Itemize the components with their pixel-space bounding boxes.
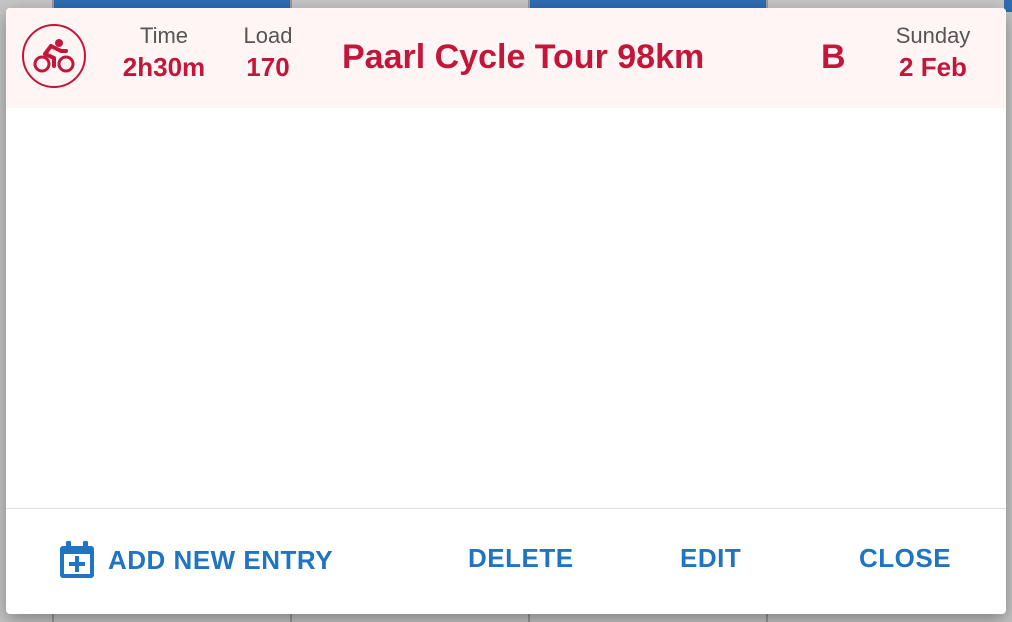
bicycle-icon [22,24,86,88]
dialog-body [6,108,1006,508]
bicycle-icon-glyph [33,39,75,73]
load-value: 170 [246,52,290,82]
time-stat: Time 2h30m [116,22,212,84]
day-label: Sunday [895,23,971,48]
delete-button[interactable]: DELETE [468,543,574,574]
time-label: Time [139,23,189,48]
close-button[interactable]: CLOSE [859,543,951,574]
add-new-entry-button[interactable]: ADD NEW ENTRY [58,540,333,580]
date-value: 2 Feb [899,52,967,82]
load-label: Load [243,23,293,48]
priority-badge: B [821,38,846,76]
dialog-header: Time 2h30m Load 170 Paarl Cycle Tour 98k… [6,8,1006,108]
event-title: Paarl Cycle Tour 98km [342,38,705,76]
add-new-entry-label: ADD NEW ENTRY [108,544,334,575]
time-value: 2h30m [122,52,206,82]
calendar-add-icon [60,541,94,578]
edit-button[interactable]: EDIT [680,543,741,574]
load-stat: Load 170 [228,22,308,84]
dialog-actions: ADD NEW ENTRY DELETE EDIT CLOSE [6,509,1006,614]
date-stat: Sunday 2 Feb [880,22,986,84]
event-detail-dialog: Time 2h30m Load 170 Paarl Cycle Tour 98k… [6,8,1006,614]
